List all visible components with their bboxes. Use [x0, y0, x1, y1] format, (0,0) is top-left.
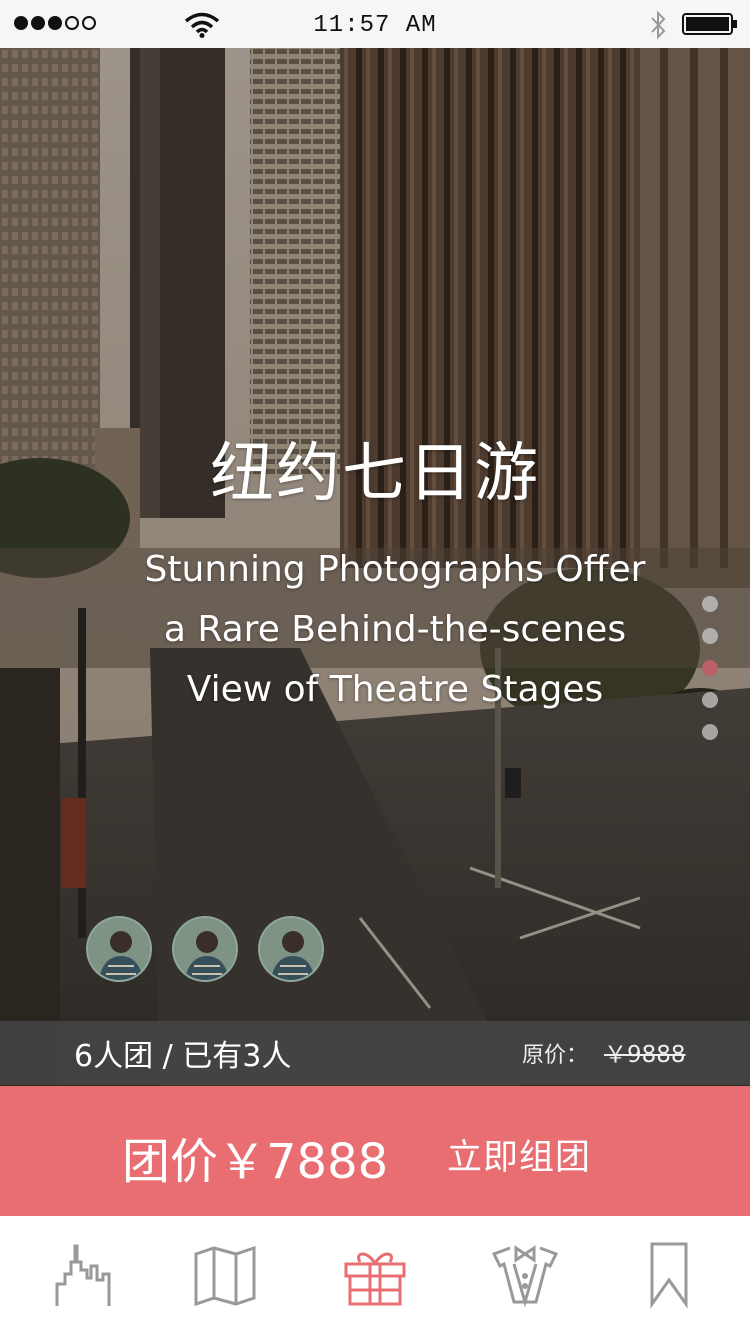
original-price-label: 原价： [522, 1043, 589, 1068]
page-dot-active[interactable] [702, 660, 718, 676]
tab-bar [0, 1216, 750, 1334]
trip-title: 纽约七日游 [210, 437, 540, 511]
page-dot[interactable] [702, 596, 718, 612]
page-dot[interactable] [702, 692, 718, 708]
city-icon [55, 1244, 111, 1306]
tab-map[interactable] [190, 1240, 260, 1310]
page-dot[interactable] [702, 724, 718, 740]
group-buy-bar: 团价￥7888 立即组团 [0, 1086, 750, 1216]
battery-icon [682, 13, 737, 35]
bluetooth-icon [651, 10, 666, 40]
group-price: 团价￥7888 [122, 1134, 389, 1190]
tab-bookmark[interactable] [634, 1240, 704, 1310]
group-status-bar: 6人团 / 已有3人 原价： ￥9888 [0, 1021, 750, 1085]
group-member-avatars [86, 916, 324, 982]
subtitle-line: a Rare Behind-the-scenes [163, 609, 627, 650]
status-bar: 11:57 AM [0, 0, 750, 48]
bookmark-icon [650, 1242, 688, 1309]
avatar[interactable] [86, 916, 152, 982]
status-time: 11:57 AM [313, 12, 437, 39]
page-dot[interactable] [702, 628, 718, 644]
avatar[interactable] [258, 916, 324, 982]
hero-banner[interactable]: 纽约七日游 Stunning Photographs Offer a Rare … [0, 48, 750, 1086]
tab-city[interactable] [47, 1240, 117, 1310]
avatar[interactable] [172, 916, 238, 982]
gift-icon [344, 1252, 406, 1306]
tab-gift[interactable] [340, 1240, 410, 1310]
join-group-button[interactable]: 立即组团 [447, 1129, 591, 1180]
trip-subtitle: Stunning Photographs Offer a Rare Behind… [0, 540, 750, 720]
original-price: ￥9888 [604, 1042, 686, 1068]
subtitle-line: Stunning Photographs Offer [144, 549, 646, 590]
subtitle-line: View of Theatre Stages [186, 669, 604, 710]
tuxedo-icon [491, 1245, 559, 1308]
tab-tuxedo[interactable] [490, 1240, 560, 1310]
map-icon [194, 1245, 256, 1307]
page-indicator[interactable] [702, 596, 718, 740]
group-size-info: 6人团 / 已有3人 [74, 1039, 292, 1074]
